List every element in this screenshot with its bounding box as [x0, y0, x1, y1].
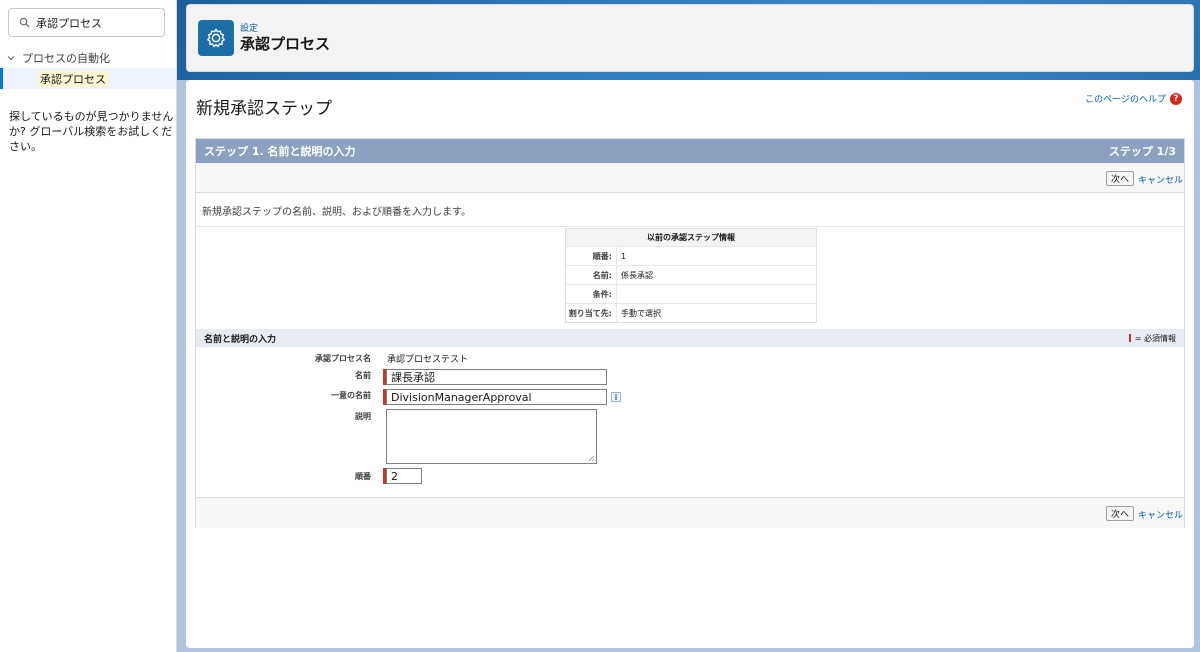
process-name-value: 承認プロセステスト: [387, 355, 469, 365]
main-content: 新規承認ステップ このページのヘルプ ? ステップ 1. 名前と説明の入力 ステ…: [186, 80, 1194, 648]
required-indicator: [1128, 334, 1131, 342]
cancel-link[interactable]: キャンセル: [1138, 508, 1183, 521]
name-label: 名前: [355, 371, 371, 380]
next-button[interactable]: 次へ: [1106, 506, 1135, 521]
table-row-label: 割り当て先:: [568, 308, 612, 318]
table-row-value: 係長承認: [616, 266, 816, 284]
help-link[interactable]: このページのヘルプ ?: [1085, 92, 1182, 105]
name-input[interactable]: 課長承認: [386, 369, 607, 385]
gear-icon: [198, 20, 234, 56]
tree-parent-label: プロセスの自動化: [22, 52, 110, 65]
step-description: 新規承認ステップの名前、説明、および順番を入力します。: [196, 193, 1184, 227]
tree-child-label: 承認プロセス: [38, 70, 108, 87]
order-input[interactable]: 2: [386, 468, 422, 484]
step-counter: ステップ 1/3: [1108, 145, 1176, 158]
tree-item-process-automation[interactable]: プロセスの自動化: [6, 50, 110, 66]
table-row: 条件:: [566, 284, 816, 303]
help-link-label: このページのヘルプ: [1085, 95, 1166, 105]
process-name-label: 承認プロセス名: [315, 354, 371, 363]
resize-handle-icon[interactable]: [588, 455, 595, 462]
top-button-bar: 次へ キャンセル: [196, 163, 1184, 193]
sidebar: 承認プロセス プロセスの自動化 承認プロセス 探しているものが見つかりませんか?…: [0, 0, 177, 652]
table-row-label: 名前:: [592, 270, 612, 280]
table-row-value: [616, 285, 816, 303]
help-icon: ?: [1170, 92, 1182, 105]
page-header: 設定 承認プロセス: [186, 4, 1194, 72]
table-row-label: 順番:: [592, 251, 612, 261]
bottom-button-bar: 次へ キャンセル: [196, 497, 1184, 528]
previous-step-info-title: 以前の承認ステップ情報: [566, 229, 816, 246]
step-header-title: ステップ 1. 名前と説明の入力: [204, 145, 356, 158]
tree-item-approval-process[interactable]: 承認プロセス: [0, 68, 176, 89]
table-row: 名前: 係長承認: [566, 265, 816, 284]
page-title: 新規承認ステップ: [196, 99, 332, 119]
chevron-down-icon: [7, 56, 15, 61]
required-legend: = 必須情報: [1128, 333, 1176, 344]
required-legend-text: = 必須情報: [1134, 333, 1176, 343]
quick-find-input[interactable]: 承認プロセス: [8, 8, 165, 37]
header-title: 承認プロセス: [240, 35, 331, 53]
wizard-step-panel: ステップ 1. 名前と説明の入力 ステップ 1/3 次へ キャンセル 新規承認ス…: [195, 138, 1185, 528]
unique-name-label: 一意の名前: [331, 391, 371, 400]
search-icon: [19, 17, 30, 28]
order-label: 順番: [355, 472, 371, 481]
table-row-value: 1: [616, 247, 816, 265]
unique-name-input[interactable]: DivisionManagerApproval: [386, 389, 607, 405]
previous-step-info-table: 以前の承認ステップ情報 順番: 1 名前: 係長承認 条件: 割り当て先: 手動…: [565, 228, 817, 323]
table-row: 順番: 1: [566, 246, 816, 265]
description-label: 説明: [355, 412, 371, 421]
next-button[interactable]: 次へ: [1106, 171, 1135, 186]
section-title: 名前と説明の入力: [204, 334, 277, 345]
table-row-value: 手動で選択: [616, 304, 816, 322]
section-header: 名前と説明の入力 = 必須情報: [196, 329, 1184, 347]
info-icon[interactable]: i: [611, 392, 621, 402]
table-row-label: 条件:: [592, 289, 612, 299]
step-header: ステップ 1. 名前と説明の入力 ステップ 1/3: [196, 139, 1184, 163]
table-row: 割り当て先: 手動で選択: [566, 303, 816, 322]
quick-find-value: 承認プロセス: [36, 16, 102, 30]
cancel-link[interactable]: キャンセル: [1138, 173, 1183, 186]
not-found-hint: 探しているものが見つかりませんか? グローバル検索をお試しください。: [9, 110, 174, 153]
description-textarea[interactable]: [386, 409, 597, 464]
